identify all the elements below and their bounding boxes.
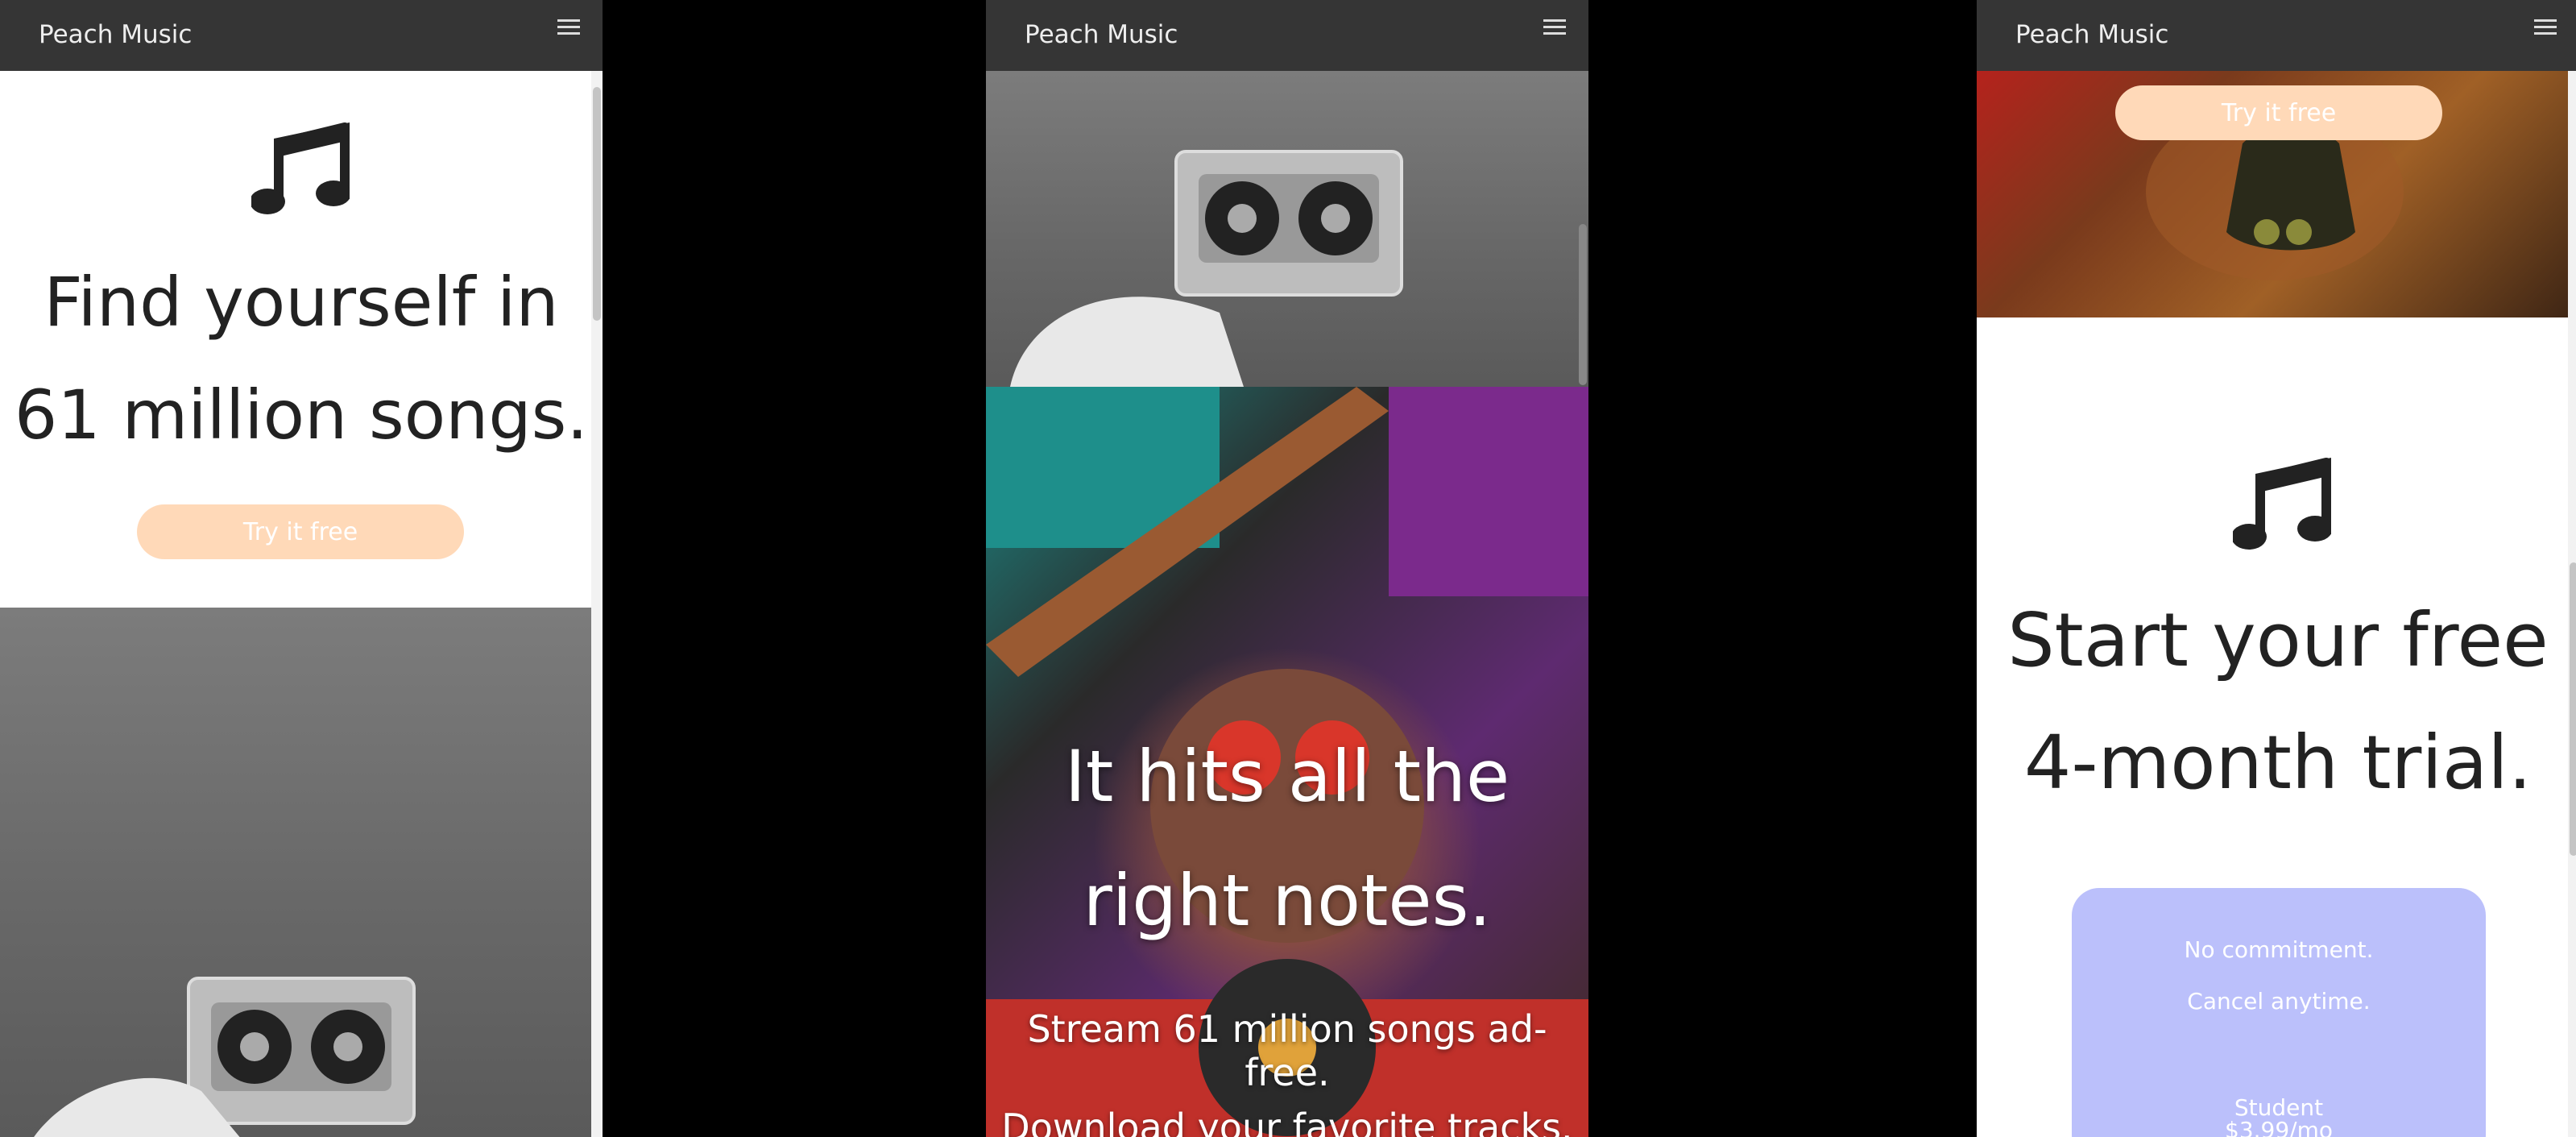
subtitle-line-1: Stream 61 million songs ad-free. [1027, 1007, 1547, 1094]
cassette-image [34, 977, 416, 1137]
hero-title-line-2: 61 million songs. [14, 376, 589, 454]
cassette-image [1010, 150, 1403, 387]
plan-line-2: Cancel anytime. [2187, 988, 2371, 1015]
plan-price: $3.99/mo [2225, 1117, 2333, 1137]
hero-title-line-1: Start your free [2007, 597, 2549, 683]
brand-name[interactable]: Peach Music [2015, 0, 2168, 69]
scrollbar[interactable] [591, 71, 603, 1137]
mobile-view-2: Peach Music It hits all the right notes. [986, 0, 1588, 1137]
music-note-icon [2233, 458, 2331, 550]
hero-title-line-1: Find yourself in [43, 263, 559, 342]
mobile-view-3: Peach Music Try it free Start your free … [1977, 0, 2576, 1137]
mobile-view-1: Peach Music Find yourself in 61 million … [0, 0, 603, 1137]
brand-name[interactable]: Peach Music [39, 0, 192, 69]
hero-title-line-2: 4-month trial. [2023, 720, 2533, 806]
overlay-title-line-2: right notes. [1083, 859, 1492, 942]
try-it-free-button[interactable]: Try it free [2115, 85, 2442, 140]
scroll-thumb[interactable] [1579, 224, 1587, 385]
hamburger-icon[interactable] [1543, 19, 1566, 39]
hamburger-icon[interactable] [2534, 19, 2557, 39]
subtitle-line-2: Download your favorite tracks. [1001, 1106, 1573, 1137]
plan-card[interactable]: No commitment. Cancel anytime. Student $… [2072, 888, 2486, 1137]
hamburger-icon[interactable] [557, 19, 580, 39]
overlay-title-line-1: It hits all the [1064, 735, 1510, 818]
navbar: Peach Music [1977, 0, 2576, 71]
scroll-thumb[interactable] [593, 87, 601, 321]
cassette-section [986, 71, 1588, 387]
scrollbar[interactable] [2568, 71, 2576, 1137]
brand-name[interactable]: Peach Music [1025, 0, 1178, 69]
navbar: Peach Music [0, 0, 603, 71]
scrollbar[interactable] [1577, 71, 1588, 1137]
try-it-free-button[interactable]: Try it free [137, 504, 464, 559]
scroll-thumb[interactable] [2570, 562, 2576, 856]
cassette-section [0, 608, 603, 1137]
music-note-icon [251, 122, 350, 214]
navbar: Peach Music [986, 0, 1588, 71]
plan-line-1: No commitment. [2184, 936, 2374, 963]
